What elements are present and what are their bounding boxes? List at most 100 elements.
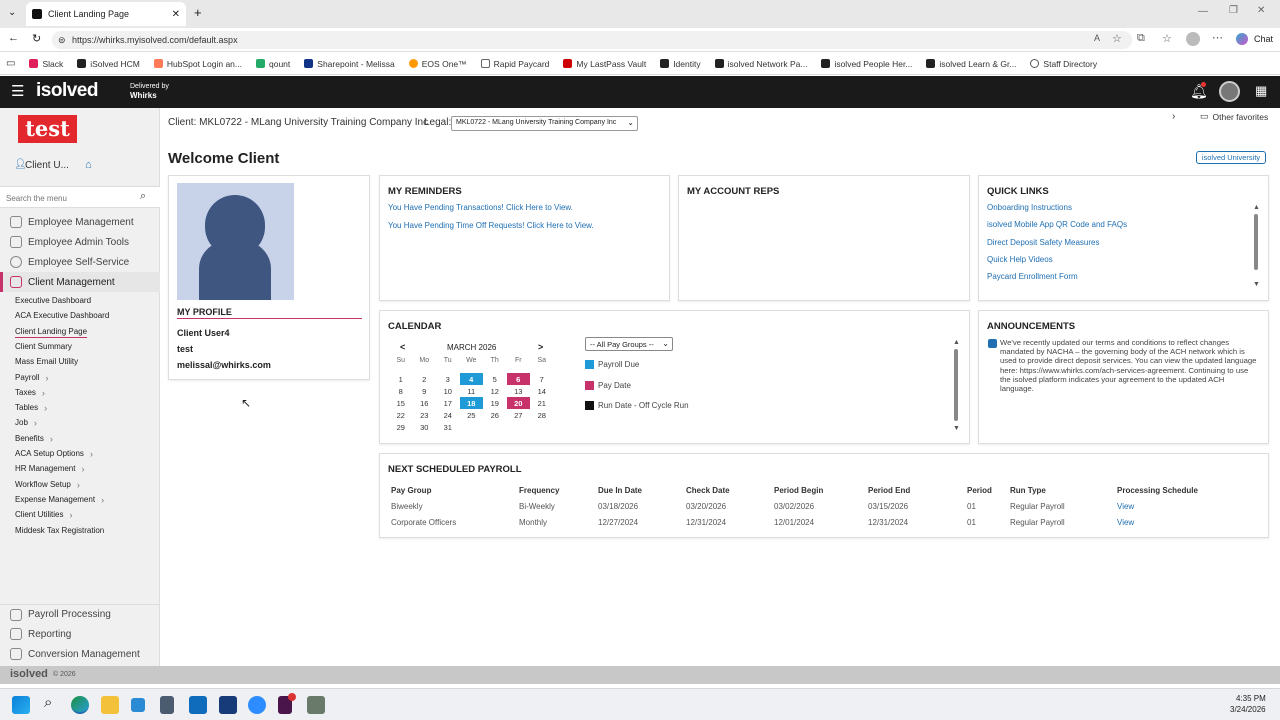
calendar-day[interactable]: 12 [483,385,507,397]
view-schedule-link[interactable]: View [1117,514,1211,530]
calendar-day[interactable]: 25 [460,409,484,421]
legal-select[interactable]: MKL0722 - MLang University Training Comp… [451,116,638,131]
sidebar-subitem[interactable]: Middesk Tax Registration [15,524,104,538]
sidebar-subitem[interactable]: Mass Email Utility [15,355,78,369]
calendar-day[interactable]: 27 [507,409,531,421]
quick-link-item[interactable]: Direct Deposit Safety Measures [987,238,1100,247]
sidebar-subitem[interactable]: Tables › [15,401,47,415]
sidebar-subitem[interactable]: Taxes › [15,386,45,400]
favorite-item[interactable]: Slack [29,59,63,69]
home-icon[interactable]: ⌂ [85,159,92,171]
nav-client-management[interactable]: Client Management [0,272,160,292]
site-info-icon[interactable]: ⊜ [58,31,66,49]
calendar-day[interactable]: 9 [413,385,437,397]
windows-start-icon[interactable] [12,696,30,714]
sidebar-subitem[interactable]: Payroll › [15,371,48,385]
calendar-day[interactable]: 7 [530,373,554,385]
calendar-day[interactable]: 17 [436,397,460,409]
edge-browser-icon[interactable] [71,696,89,714]
scroll-up-icon[interactable]: ▲ [953,339,960,346]
quick-link-item[interactable]: Quick Help Videos [987,255,1053,264]
apps-grid-icon[interactable]: ▦ [1255,83,1267,99]
calendar-day[interactable]: 11 [460,385,484,397]
user-avatar[interactable] [1219,81,1240,102]
sidebar-subitem[interactable]: Client Summary [15,340,72,354]
favorite-item[interactable]: My LastPass Vault [563,59,646,69]
copilot-icon[interactable] [1236,33,1248,45]
favorite-item[interactable]: Rapid Paycard [480,59,549,69]
search-taskbar-icon[interactable]: ⌕ [44,694,52,711]
calendar-day[interactable]: 4 [459,373,483,385]
user-label[interactable]: Client U... [25,160,69,171]
tab-list-chevron-icon[interactable]: ⌄ [8,7,16,18]
pending-transactions-link[interactable]: You Have Pending Transactions! Click Her… [388,203,573,212]
nav-payroll-processing[interactable]: Payroll Processing [0,604,160,624]
calendar-day[interactable]: 2 [413,373,437,385]
sidebar-subitem[interactable]: Job › [15,416,37,430]
file-explorer-icon[interactable] [101,696,119,714]
pay-groups-select[interactable]: -- All Pay Groups -- ⌄ [585,337,673,351]
nav-conversion-management[interactable]: Conversion Management [0,644,160,664]
calendar-day[interactable]: 3 [436,373,460,385]
collections-icon[interactable]: ▭ [6,58,15,69]
quick-link-item[interactable]: isolved Mobile App QR Code and FAQs [987,220,1127,229]
calendar-day[interactable]: 22 [389,409,413,421]
hamburger-menu-icon[interactable]: ☰ [11,82,24,100]
calendar-day[interactable]: 6 [506,373,530,385]
zoom-icon[interactable] [248,696,266,714]
calendar-day[interactable]: 24 [436,409,460,421]
calendar-day[interactable]: 30 [413,421,437,433]
calendar-day[interactable]: 5 [483,373,507,385]
sidebar-subitem[interactable]: Executive Dashboard [15,294,91,308]
nav-employee-self-service[interactable]: Employee Self-Service [0,252,160,272]
app-icon[interactable] [307,696,325,714]
browser-tab[interactable]: Client Landing Page ✕ [26,2,186,26]
calendar-day[interactable]: 18 [459,397,483,409]
favorites-icon[interactable]: ☆ [1162,32,1172,45]
scroll-down-icon[interactable]: ▼ [1253,281,1260,288]
close-tab-icon[interactable]: ✕ [172,9,180,20]
sidebar-subitem[interactable]: ACA Setup Options › [15,447,93,461]
more-menu-icon[interactable]: ⋯ [1212,31,1223,44]
sidebar-subitem[interactable]: Client Landing Page [15,325,88,339]
calendar-day[interactable]: 15 [389,397,413,409]
calendar-scrollbar[interactable] [954,349,958,421]
nav-employee-admin-tools[interactable]: Employee Admin Tools [0,232,160,252]
read-aloud-icon[interactable]: A [1094,33,1100,43]
favorite-item[interactable]: Sharepoint - Melissa [304,59,395,69]
favorite-item[interactable]: Identity [660,59,701,69]
calendar-day[interactable]: 28 [530,409,554,421]
more-favorites-chevron-icon[interactable]: › [1172,111,1175,122]
sidebar-subitem[interactable]: Expense Management › [15,493,104,507]
favorite-item[interactable]: EOS One™ [408,59,467,69]
calendar-day[interactable]: 8 [389,385,413,397]
sidebar-subitem[interactable]: ACA Executive Dashboard [15,309,109,323]
favorite-item[interactable]: isolved People Her... [821,59,912,69]
new-tab-icon[interactable]: + [194,5,202,20]
quick-links-scrollbar[interactable] [1254,214,1258,270]
minimize-icon[interactable]: — [1198,6,1208,17]
favorite-item[interactable]: iSolved HCM [77,59,140,69]
restore-icon[interactable]: ❐ [1229,5,1238,16]
quick-link-item[interactable]: Paycard Enrollment Form [987,272,1078,281]
calculator-icon[interactable] [160,696,174,714]
snipping-tool-icon[interactable] [131,698,145,712]
calendar-day[interactable]: 21 [530,397,554,409]
refresh-icon[interactable]: ↻ [32,32,41,45]
favorite-star-icon[interactable]: ☆ [1112,32,1122,45]
view-schedule-link[interactable]: View [1117,498,1211,514]
calendar-day[interactable]: 19 [483,397,507,409]
outlook-icon[interactable] [189,696,207,714]
calendar-day[interactable]: 13 [507,385,531,397]
calendar-day[interactable]: 14 [530,385,554,397]
scroll-up-icon[interactable]: ▲ [1253,204,1260,211]
other-favorites-folder[interactable]: ▭ Other favorites [1200,111,1268,122]
pending-time-off-link[interactable]: You Have Pending Time Off Requests! Clic… [388,221,594,230]
nav-employee-management[interactable]: Employee Management [0,212,160,232]
prev-month-button[interactable]: < [400,342,405,352]
calendar-day[interactable]: 29 [389,421,413,433]
favorite-item[interactable]: qount [256,59,290,69]
calendar-day[interactable]: 10 [436,385,460,397]
isolved-university-button[interactable]: isolved University [1196,151,1266,164]
sidebar-subitem[interactable]: Benefits › [15,432,53,446]
